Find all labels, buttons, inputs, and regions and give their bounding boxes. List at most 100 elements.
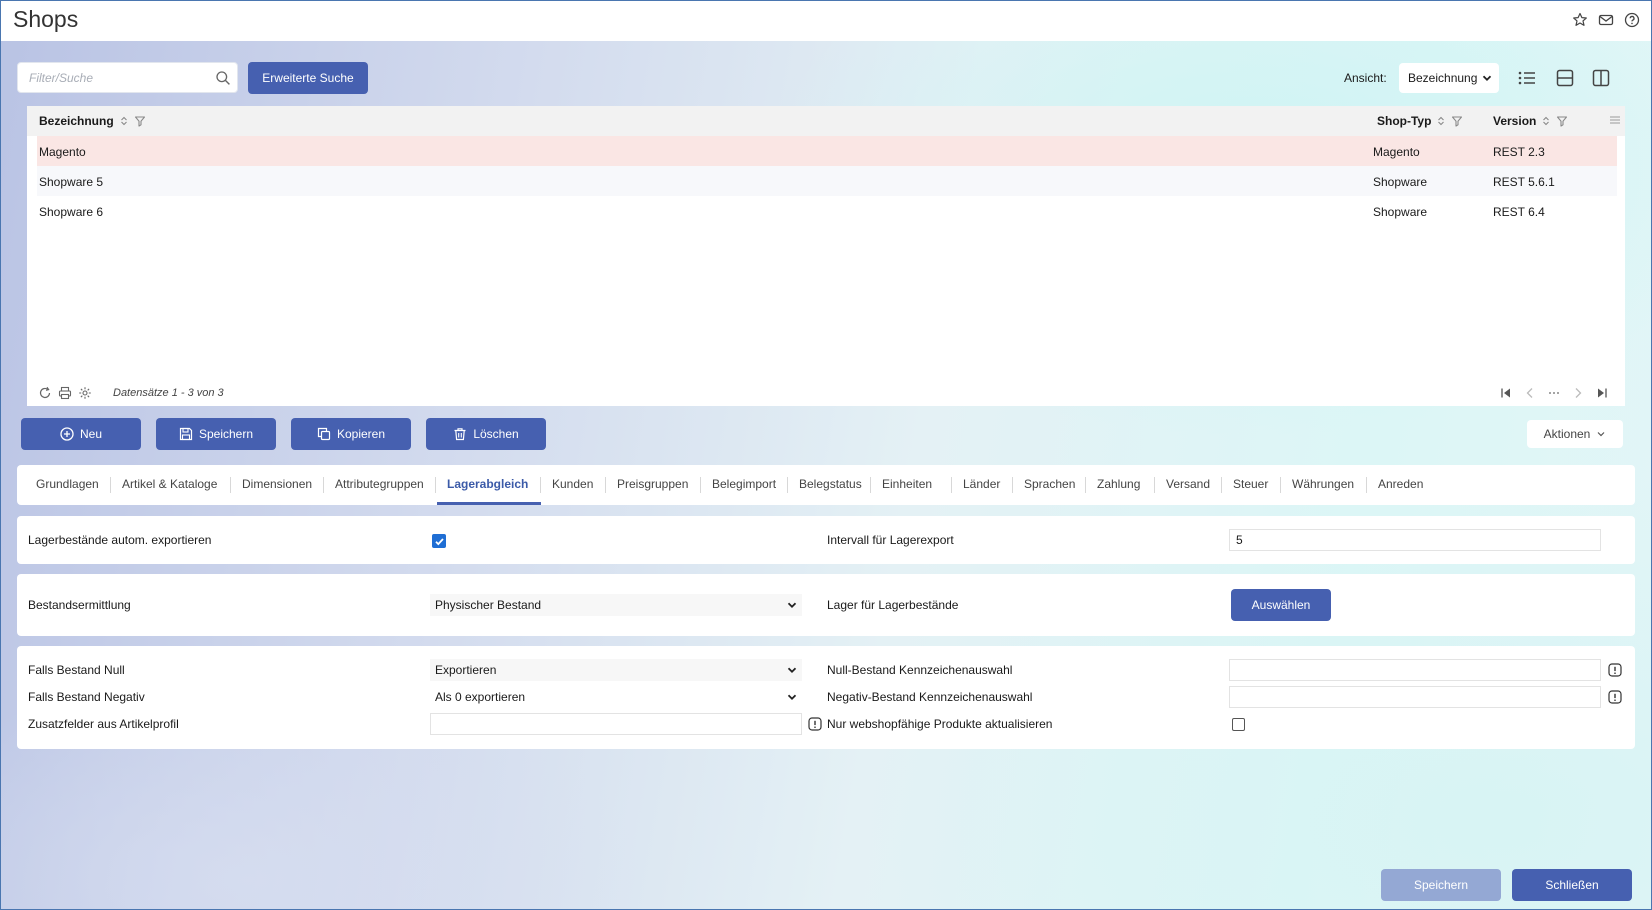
view-select-value: Bezeichnung [1408,71,1478,85]
tab-belegimport[interactable]: Belegimport [712,477,776,491]
filter-icon[interactable] [1556,115,1568,127]
tab-divider [110,477,111,493]
view-label: Ansicht: [1344,71,1387,85]
delete-button-label: Löschen [473,427,519,441]
new-button[interactable]: Neu [21,418,141,450]
copy-button[interactable]: Kopieren [291,418,411,450]
print-icon[interactable] [58,386,73,401]
save-record-button[interactable]: Speichern [156,418,276,450]
column-header-version[interactable]: Version [1493,114,1568,128]
webshop-only-checkbox[interactable] [1232,718,1245,731]
tab-sprachen[interactable]: Sprachen [1024,477,1075,491]
copy-button-label: Kopieren [336,427,386,441]
tab-divider [1154,477,1155,493]
table-row[interactable]: Shopware 5 Shopware REST 5.6.1 [37,166,1617,196]
star-icon[interactable] [1571,11,1589,29]
refresh-icon[interactable] [38,386,53,401]
tab-grundlagen[interactable]: Grundlagen [36,477,99,491]
zero-stock-label: Falls Bestand Null [28,663,125,677]
search-icon[interactable] [215,70,231,86]
info-icon[interactable] [808,717,822,731]
negative-flag-label: Negativ-Bestand Kennzeichenauswahl [827,690,1033,704]
footer-save-button[interactable]: Speichern [1381,869,1501,901]
negative-flag-input[interactable] [1229,686,1601,708]
first-page-icon[interactable] [1499,386,1515,402]
tab-anreden[interactable]: Anreden [1378,477,1423,491]
view-select[interactable]: Bezeichnung [1399,63,1499,93]
tab-artikel-kataloge[interactable]: Artikel & Kataloge [122,477,217,491]
previous-page-icon[interactable] [1523,386,1539,402]
column-header-shop-typ[interactable]: Shop-Typ [1377,114,1463,128]
title-bar: Shops [1,1,1651,41]
auto-export-checkbox[interactable] [432,534,446,548]
tab-zahlung[interactable]: Zahlung [1097,477,1140,491]
sort-icon[interactable] [118,115,130,127]
tab-divider [230,477,231,493]
tab-lagerabgleich[interactable]: Lagerabgleich [447,477,528,491]
split-horizontal-icon[interactable] [1553,66,1577,90]
interval-input[interactable]: 5 [1229,529,1601,551]
last-page-icon[interactable] [1595,386,1611,402]
tab-divider [1085,477,1086,493]
chevron-down-icon [787,694,797,700]
tab-divider [951,477,952,493]
negative-stock-value: Als 0 exportieren [435,690,526,704]
gear-icon[interactable] [78,386,93,401]
tab-attributegruppen[interactable]: Attributegruppen [335,477,424,491]
tab-preisgruppen[interactable]: Preisgruppen [617,477,688,491]
close-button-label: Schließen [1545,878,1599,892]
tab-länder[interactable]: Länder [963,477,1000,491]
info-icon[interactable] [1608,690,1622,704]
zero-flag-input[interactable] [1229,659,1601,681]
tab-versand[interactable]: Versand [1166,477,1210,491]
cell-bezeichnung: Magento [39,145,86,159]
sort-icon[interactable] [1435,115,1447,127]
help-icon[interactable] [1623,11,1641,29]
filter-icon[interactable] [1451,115,1463,127]
stock-rules-panel: Falls Bestand Null Exportieren Null-Best… [17,646,1635,749]
filter-icon[interactable] [134,115,146,127]
negative-stock-select[interactable]: Als 0 exportieren [430,686,802,708]
tab-währungen[interactable]: Währungen [1292,477,1354,491]
tab-einheiten[interactable]: Einheiten [882,477,932,491]
stock-method-panel: Bestandsermittlung Physischer Bestand La… [17,574,1635,636]
auto-export-panel: Lagerbestände autom. exportieren Interva… [17,516,1635,564]
more-pages-icon[interactable] [1547,386,1563,402]
stock-method-select[interactable]: Physischer Bestand [430,594,802,616]
table-row[interactable]: Magento Magento REST 2.3 [37,136,1617,166]
tab-kunden[interactable]: Kunden [552,477,593,491]
tab-divider [1280,477,1281,493]
save-record-button-label: Speichern [198,427,254,441]
tab-belegstatus[interactable]: Belegstatus [799,477,862,491]
tab-divider [870,477,871,493]
advanced-search-label: Erweiterte Suche [262,71,354,85]
cell-version: REST 5.6.1 [1493,175,1555,189]
column-menu-icon[interactable] [1609,114,1621,126]
table-row[interactable]: Shopware 6 Shopware REST 6.4 [37,196,1617,226]
column-label: Bezeichnung [39,114,114,128]
info-icon[interactable] [1608,663,1622,677]
close-button[interactable]: Schließen [1512,869,1632,901]
mail-icon[interactable] [1597,11,1615,29]
cell-version: REST 6.4 [1493,205,1545,219]
actions-dropdown[interactable]: Aktionen [1527,420,1623,448]
column-header-bezeichnung[interactable]: Bezeichnung [39,114,146,128]
tab-bar: Grundlagen Artikel & Kataloge Dimensionen A… [17,465,1635,505]
list-view-icon[interactable] [1515,66,1539,90]
tab-divider [1221,477,1222,493]
sort-icon[interactable] [1540,115,1552,127]
negative-stock-label: Falls Bestand Negativ [28,690,145,704]
tab-dimensionen[interactable]: Dimensionen [242,477,312,491]
extra-fields-input[interactable] [430,713,802,735]
tab-divider [787,477,788,493]
next-page-icon[interactable] [1571,386,1587,402]
search-input[interactable] [18,63,198,92]
advanced-search-button[interactable]: Erweiterte Suche [248,62,368,94]
warehouse-label: Lager für Lagerbestände [827,598,959,612]
split-vertical-icon[interactable] [1589,66,1613,90]
tab-divider [540,477,541,493]
select-warehouse-button[interactable]: Auswählen [1231,589,1331,621]
zero-stock-select[interactable]: Exportieren [430,659,802,681]
tab-steuer[interactable]: Steuer [1233,477,1268,491]
delete-button[interactable]: Löschen [426,418,546,450]
